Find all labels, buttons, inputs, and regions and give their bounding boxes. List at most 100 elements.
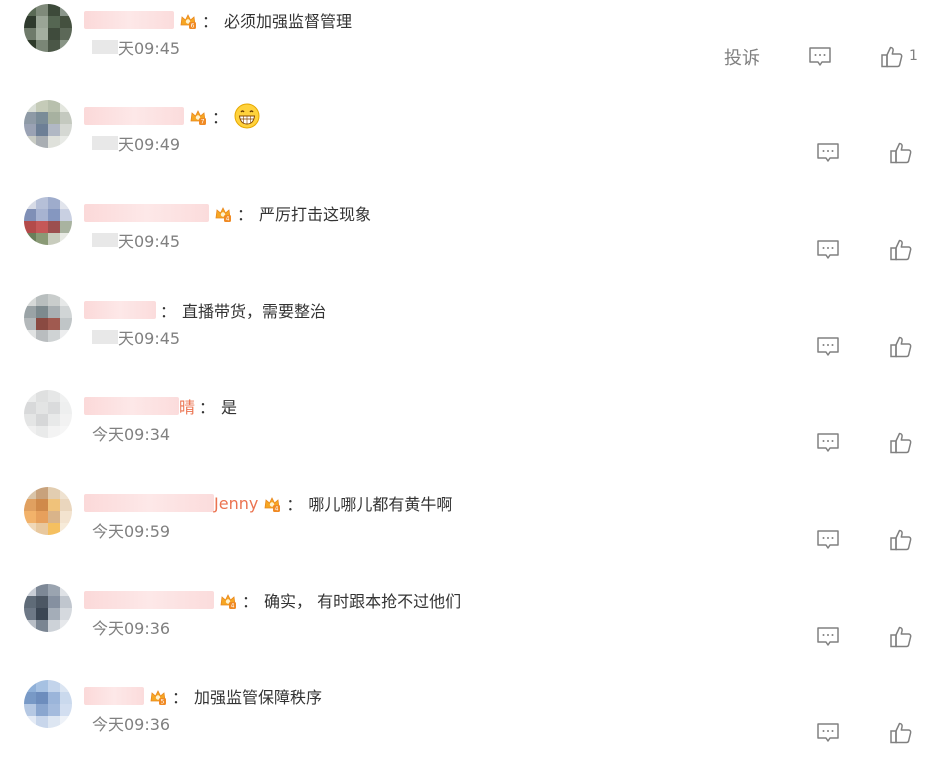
timestamp-blurred bbox=[92, 40, 118, 54]
comment-header: 4 ： 严厉打击这现象 bbox=[84, 201, 371, 225]
reply-comment-icon[interactable] bbox=[815, 430, 841, 456]
separator: ： bbox=[212, 108, 229, 127]
avatar[interactable] bbox=[24, 680, 72, 728]
reply-comment-icon[interactable] bbox=[815, 527, 841, 553]
like-thumbs-up-icon[interactable] bbox=[888, 720, 914, 746]
timestamp-row: 天09:45 bbox=[92, 229, 180, 251]
avatar[interactable] bbox=[24, 487, 72, 535]
comment-text: 哪儿哪儿都有黄牛啊 bbox=[308, 495, 453, 514]
like-thumbs-up-icon[interactable] bbox=[888, 527, 914, 553]
like-thumbs-up-icon[interactable] bbox=[888, 140, 914, 166]
svg-text:5: 5 bbox=[161, 699, 165, 706]
like-thumbs-up-icon[interactable] bbox=[888, 334, 914, 360]
like-thumbs-up-icon[interactable] bbox=[888, 237, 914, 263]
separator: ： bbox=[172, 688, 189, 707]
timestamp-row: 天09:49 bbox=[92, 132, 180, 154]
svg-text:4: 4 bbox=[226, 216, 230, 223]
timestamp-blurred bbox=[92, 233, 118, 247]
comment-text: 严厉打击这现象 bbox=[259, 205, 372, 224]
timestamp-row: 今天09:36 bbox=[92, 712, 170, 734]
svg-text:6: 6 bbox=[191, 23, 195, 30]
comment-header: ： 直播带货，需要整治 bbox=[84, 298, 326, 322]
username[interactable]: 晴 bbox=[179, 394, 195, 418]
comment-header: Jenny 4 ： 哪儿哪儿都有黄牛啊 bbox=[84, 491, 452, 515]
crown-badge-icon: 4 bbox=[218, 590, 238, 610]
like-thumbs-up-icon[interactable] bbox=[888, 430, 914, 456]
crown-badge-icon: 6 bbox=[178, 10, 198, 30]
comment-text: 是 bbox=[221, 398, 238, 417]
comment-actions bbox=[567, 140, 927, 168]
crown-badge-icon: 7 bbox=[188, 106, 208, 126]
separator: ： bbox=[202, 12, 219, 31]
comment-actions bbox=[567, 720, 927, 748]
comment-item: ： 直播带货，需要整治 天09:45 bbox=[0, 290, 927, 386]
comment-actions bbox=[567, 527, 927, 555]
username-blurred[interactable] bbox=[84, 11, 174, 29]
username-blurred[interactable] bbox=[84, 204, 209, 222]
timestamp: 今天09:36 bbox=[92, 715, 171, 734]
reply-comment-icon[interactable] bbox=[815, 624, 841, 650]
reply-comment-icon[interactable] bbox=[807, 44, 833, 70]
username-blurred[interactable] bbox=[84, 107, 184, 125]
comment-item: 7：天09:49 bbox=[0, 96, 927, 192]
crown-badge-icon: 5 bbox=[148, 686, 168, 706]
grin-emoji-icon bbox=[234, 103, 260, 129]
comment-text: 确实， 有时跟本抢不过他们 bbox=[264, 592, 462, 611]
timestamp-blurred bbox=[92, 330, 118, 344]
crown-badge-icon: 4 bbox=[262, 493, 282, 513]
avatar[interactable] bbox=[24, 100, 72, 148]
username-blurred[interactable] bbox=[84, 591, 214, 609]
comment-actions: 投诉 1 bbox=[567, 44, 927, 72]
username-blurred[interactable] bbox=[84, 494, 214, 512]
username[interactable]: Jenny bbox=[214, 494, 258, 513]
comment-actions bbox=[567, 624, 927, 652]
avatar[interactable] bbox=[24, 584, 72, 632]
separator: ： bbox=[237, 205, 254, 224]
timestamp-row: 今天09:34 bbox=[92, 422, 170, 444]
comment-item: 4 ： 确实， 有时跟本抢不过他们 今天09:36 bbox=[0, 580, 927, 676]
comment-header: 晴： 是 bbox=[84, 394, 237, 418]
timestamp: 天09:45 bbox=[118, 329, 181, 348]
avatar[interactable] bbox=[24, 4, 72, 52]
timestamp-row: 今天09:59 bbox=[92, 519, 170, 541]
avatar[interactable] bbox=[24, 390, 72, 438]
avatar[interactable] bbox=[24, 197, 72, 245]
comment-actions bbox=[567, 237, 927, 265]
reply-comment-icon[interactable] bbox=[815, 140, 841, 166]
timestamp: 天09:49 bbox=[118, 135, 181, 154]
like-count: 1 bbox=[909, 48, 918, 64]
comment-item: 4 ： 严厉打击这现象天09:45 bbox=[0, 193, 927, 289]
avatar[interactable] bbox=[24, 294, 72, 342]
comment-item: Jenny 4 ： 哪儿哪儿都有黄牛啊今天09:59 bbox=[0, 483, 927, 579]
comment-actions bbox=[567, 334, 927, 362]
reply-comment-icon[interactable] bbox=[815, 720, 841, 746]
username-blurred[interactable] bbox=[84, 687, 144, 705]
separator: ： bbox=[199, 398, 216, 417]
username-blurred[interactable] bbox=[84, 397, 179, 415]
like-thumbs-up-icon[interactable] bbox=[879, 44, 905, 70]
comment-item: 6 ： 必须加强监督管理天09:45 投诉 1 bbox=[0, 0, 927, 96]
reply-comment-icon[interactable] bbox=[815, 237, 841, 263]
comment-item: 5 ： 加强监管保障秩序今天09:36 bbox=[0, 676, 927, 772]
svg-text:4: 4 bbox=[275, 506, 279, 513]
timestamp-blurred bbox=[92, 136, 118, 150]
timestamp: 天09:45 bbox=[118, 39, 181, 58]
comment-item: 晴： 是今天09:34 bbox=[0, 386, 927, 482]
report-button[interactable]: 投诉 bbox=[724, 44, 760, 70]
svg-text:4: 4 bbox=[231, 603, 235, 610]
timestamp-row: 今天09:36 bbox=[92, 616, 170, 638]
reply-comment-icon[interactable] bbox=[815, 334, 841, 360]
timestamp: 今天09:34 bbox=[92, 425, 171, 444]
svg-text:7: 7 bbox=[201, 119, 205, 126]
username-blurred[interactable] bbox=[84, 301, 156, 319]
comment-text: 加强监管保障秩序 bbox=[194, 688, 323, 707]
separator: ： bbox=[286, 495, 303, 514]
comment-text: 必须加强监督管理 bbox=[224, 12, 353, 31]
comment-text: 直播带货，需要整治 bbox=[182, 302, 327, 321]
comment-header: 6 ： 必须加强监督管理 bbox=[84, 8, 352, 32]
comment-header: 7： bbox=[84, 103, 260, 129]
comment-header: 5 ： 加强监管保障秩序 bbox=[84, 684, 322, 708]
separator: ： bbox=[160, 302, 177, 321]
like-thumbs-up-icon[interactable] bbox=[888, 624, 914, 650]
timestamp: 天09:45 bbox=[118, 232, 181, 251]
